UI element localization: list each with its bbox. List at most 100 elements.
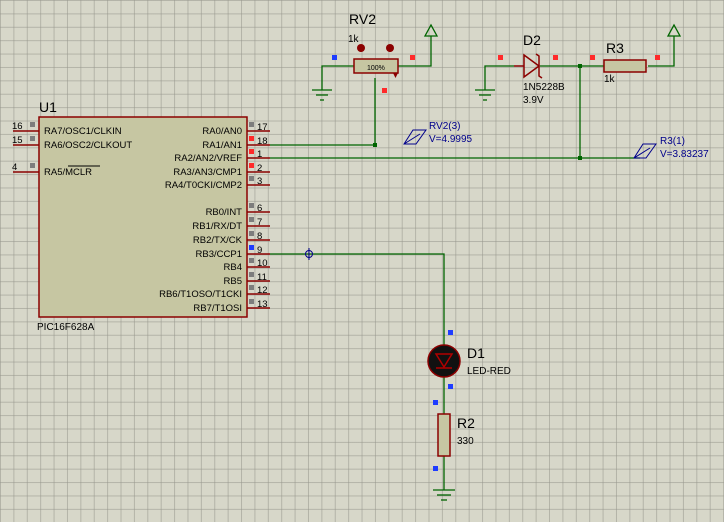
pin-marker bbox=[553, 55, 558, 60]
pin-label: RB3/CCP1 bbox=[196, 249, 242, 260]
pin-number: 8 bbox=[257, 231, 262, 242]
u1-ref: U1 bbox=[39, 99, 57, 115]
pin-number: 11 bbox=[257, 272, 267, 283]
pin-label: RA5/MCLR bbox=[44, 167, 92, 178]
junction-dot bbox=[578, 156, 582, 160]
ground-terminal[interactable] bbox=[475, 89, 495, 101]
r3-ref: R3 bbox=[606, 40, 624, 56]
pin-marker bbox=[433, 400, 438, 405]
r2-body bbox=[437, 413, 451, 457]
pin-marker bbox=[249, 136, 254, 141]
pin-number: 1 bbox=[257, 149, 262, 160]
supply-terminal[interactable] bbox=[423, 23, 439, 37]
pin-label: RB1/RX/DT bbox=[192, 221, 242, 232]
pin-marker bbox=[249, 217, 254, 222]
power-arrow-icon bbox=[423, 23, 439, 37]
pin-number: 2 bbox=[257, 163, 262, 174]
r3-value: 1k bbox=[604, 74, 616, 85]
wire-rv2-ground[interactable] bbox=[321, 65, 354, 90]
probe-name: R3(1) bbox=[660, 136, 685, 147]
u1-chip[interactable]: U1 PIC16F628A 16 RA7/OSC1/CLKIN15 RA6/OSC2… bbox=[12, 99, 270, 333]
pin-label: RA7/OSC1/CLKIN bbox=[44, 126, 122, 137]
d1-led[interactable]: D1 LED-RED bbox=[427, 330, 511, 389]
pin-number: 16 bbox=[12, 121, 23, 132]
voltage-probe-r3[interactable]: R3(1) V=3.83237 bbox=[633, 136, 709, 160]
d1-body bbox=[427, 344, 461, 378]
r2-value: 330 bbox=[457, 436, 474, 447]
pin-label: RA1/AN1 bbox=[202, 140, 242, 151]
pin-number: 7 bbox=[257, 217, 262, 228]
u1-part: PIC16F628A bbox=[37, 322, 95, 333]
pin-marker bbox=[30, 136, 35, 141]
pin-number: 10 bbox=[257, 258, 268, 269]
rv2-percent: 100% bbox=[367, 65, 385, 72]
pin-label: RA0/AN0 bbox=[202, 126, 242, 137]
pin-marker bbox=[590, 55, 595, 60]
pin-marker bbox=[249, 231, 254, 236]
junction-dot bbox=[373, 143, 377, 147]
pin-marker bbox=[249, 122, 254, 127]
probe-name: RV2(3) bbox=[429, 121, 461, 132]
pin-number: 4 bbox=[12, 162, 17, 173]
r3-body bbox=[603, 59, 647, 73]
junction-dot bbox=[578, 64, 582, 68]
pin-marker bbox=[30, 122, 35, 127]
pin-number: 13 bbox=[257, 299, 268, 310]
pin-marker bbox=[249, 299, 254, 304]
wire-r3-supply[interactable] bbox=[648, 36, 675, 67]
probe-voltage: V=4.9995 bbox=[429, 134, 473, 145]
pin-marker bbox=[410, 55, 415, 60]
pin-label: RB2/TX/CK bbox=[193, 235, 243, 246]
pin-number: 15 bbox=[12, 135, 23, 146]
rv2-value: 1k bbox=[348, 34, 360, 45]
pin-label: RB4 bbox=[224, 262, 242, 273]
d2-triangle bbox=[523, 53, 541, 79]
pin-marker bbox=[448, 330, 453, 335]
probe-arrow-icon bbox=[403, 129, 427, 145]
ground-terminal[interactable] bbox=[433, 489, 455, 501]
pin-label: RA4/T0CKI/CMP2 bbox=[165, 180, 242, 191]
pin-marker bbox=[249, 245, 254, 250]
d1-ref: D1 bbox=[467, 345, 485, 361]
power-arrow-icon bbox=[666, 23, 682, 37]
pin-label: RA2/AN2/VREF bbox=[174, 153, 242, 164]
wire-rv2-supply[interactable] bbox=[398, 36, 432, 67]
pin-label: RB6/T1OSO/T1CKI bbox=[159, 289, 242, 300]
pin-label: RA6/OSC2/CLKOUT bbox=[44, 140, 132, 151]
wire-rb3-led[interactable] bbox=[270, 253, 445, 345]
d2-ref: D2 bbox=[523, 32, 541, 48]
d2-value: 3.9V bbox=[523, 95, 544, 106]
pin-label: RA3/AN3/CMP1 bbox=[173, 167, 242, 178]
rv2-wiper-arrow bbox=[393, 73, 398, 78]
pin-marker bbox=[249, 258, 254, 263]
pin-marker bbox=[249, 176, 254, 181]
pin-marker bbox=[498, 55, 503, 60]
r2-ref: R2 bbox=[457, 415, 475, 431]
pin-marker bbox=[332, 55, 337, 60]
voltage-probe-rv2[interactable]: RV2(3) V=4.9995 bbox=[403, 121, 473, 145]
pin-label: RB0/INT bbox=[206, 207, 243, 218]
d2-part: 1N5228B bbox=[523, 82, 565, 93]
pin-number: 9 bbox=[257, 245, 262, 256]
r2-resistor[interactable]: R2 330 bbox=[433, 400, 475, 471]
pin-number: 12 bbox=[257, 285, 268, 296]
pin-marker bbox=[249, 163, 254, 168]
rv2-pot[interactable]: RV2 1k 100% bbox=[332, 11, 415, 93]
wire-d2-ground[interactable] bbox=[484, 65, 514, 90]
d2-zener[interactable]: D2 1N5228B 3.9V bbox=[498, 32, 565, 106]
probe-arrow-icon bbox=[633, 143, 657, 159]
junctions bbox=[373, 64, 582, 160]
pin-number: 6 bbox=[257, 203, 262, 214]
supply-terminal[interactable] bbox=[666, 23, 682, 37]
pin-number: 18 bbox=[257, 136, 268, 147]
d1-part: LED-RED bbox=[467, 366, 511, 377]
pin-marker bbox=[249, 203, 254, 208]
pin-marker bbox=[433, 466, 438, 471]
ground-terminal[interactable] bbox=[312, 89, 332, 101]
probe-voltage: V=3.83237 bbox=[660, 149, 709, 160]
r3-resistor[interactable]: R3 1k bbox=[590, 40, 660, 85]
pin-marker bbox=[249, 149, 254, 154]
schematic-canvas[interactable]: U1 PIC16F628A 16 RA7/OSC1/CLKIN15 RA6/OSC2… bbox=[0, 0, 724, 522]
pin-number: 17 bbox=[257, 122, 268, 133]
pin-marker bbox=[655, 55, 660, 60]
